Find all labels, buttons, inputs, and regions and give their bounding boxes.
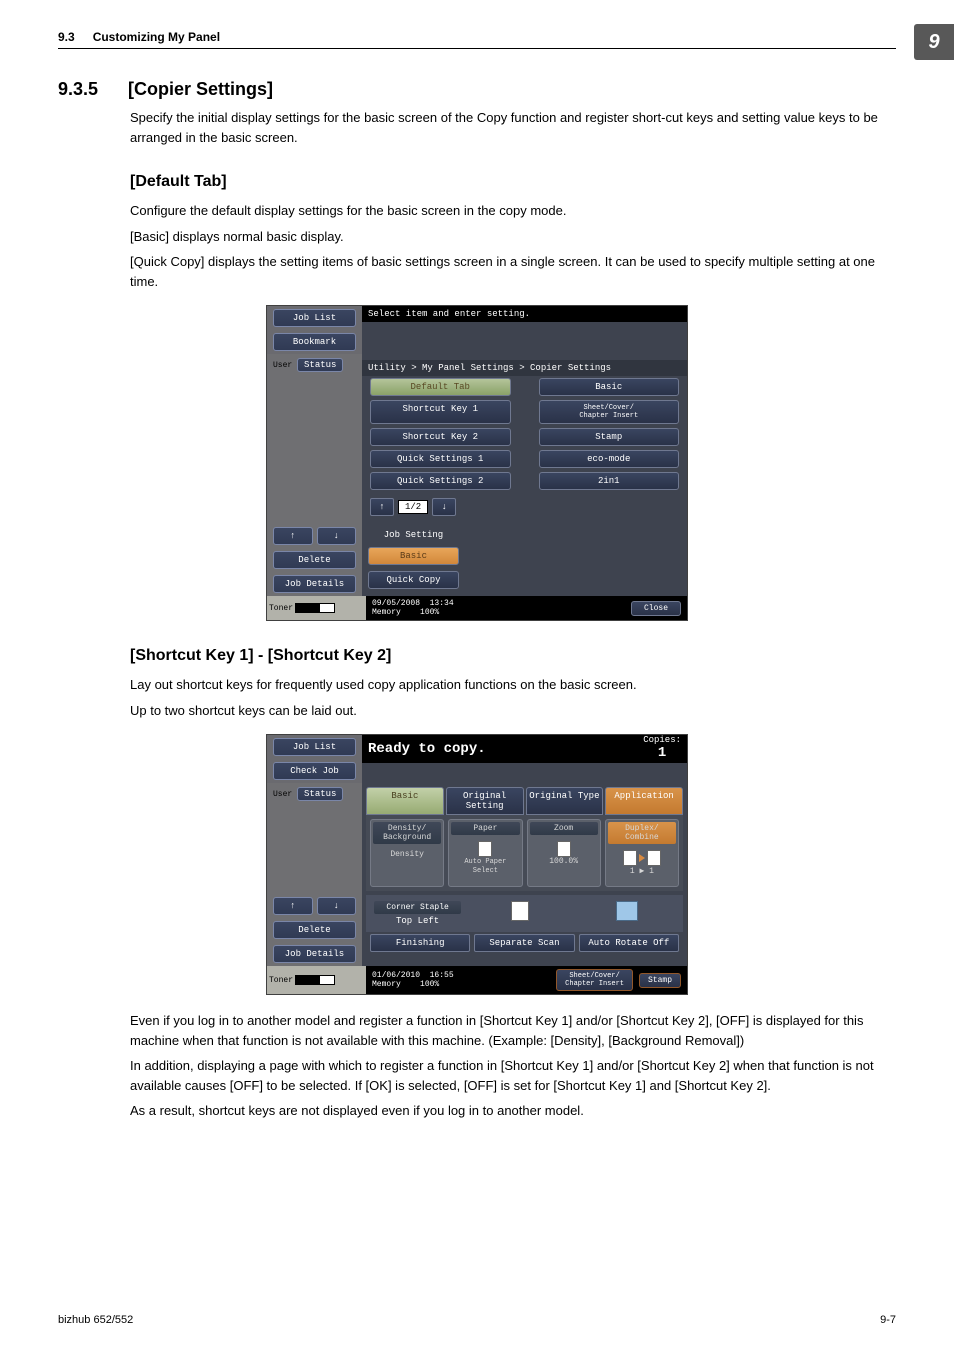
footer-model: bizhub 652/552 <box>58 1314 133 1326</box>
pager-page: 1/2 <box>398 500 428 514</box>
quick-copy-option[interactable]: Quick Copy <box>368 571 459 589</box>
user-label: User <box>273 790 292 799</box>
memory-pct: 100% <box>420 980 439 989</box>
status-button[interactable]: Status <box>297 787 343 801</box>
shortcut-p2: Up to two shortcut keys can be laid out. <box>130 701 896 721</box>
page-footer: bizhub 652/552 9-7 <box>58 1314 896 1326</box>
tab-original-setting[interactable]: Original Setting <box>446 787 524 815</box>
chapter-badge: 9 <box>914 24 954 60</box>
basic-option[interactable]: Basic <box>368 547 459 565</box>
ready-text: Ready to copy. <box>362 735 687 763</box>
duplex-icon-b <box>647 850 661 866</box>
date-label: 09/05/2008 <box>372 599 420 608</box>
zoom-panel[interactable]: Zoom100.0% <box>527 819 601 887</box>
default-tab-heading: [Default Tab] <box>130 173 896 191</box>
separate-scan-button[interactable]: Separate Scan <box>474 934 574 952</box>
subsection-number: 9.3.5 <box>58 79 128 100</box>
corner-staple-value: Top Left <box>396 916 439 926</box>
job-details-button[interactable]: Job Details <box>273 575 356 593</box>
default-tab-p2: [Basic] displays normal basic display. <box>130 227 896 247</box>
default-tab-item[interactable]: Default Tab <box>370 378 511 396</box>
breadcrumb: Utility > My Panel Settings > Copier Set… <box>362 360 687 376</box>
shortcut-key-2-value: Stamp <box>539 428 680 446</box>
density-panel[interactable]: Density/ BackgroundDensity <box>370 819 444 887</box>
user-label: User <box>273 361 292 370</box>
job-details-button[interactable]: Job Details <box>273 945 356 963</box>
memory-label: Memory <box>372 980 401 989</box>
zoom-icon <box>557 841 571 857</box>
down-button[interactable]: ↓ <box>317 527 357 545</box>
shortcut-key-2-item[interactable]: Shortcut Key 2 <box>370 428 511 446</box>
toner-label: Toner <box>269 976 293 985</box>
header-section-number: 9.3 <box>58 30 75 44</box>
quick-settings-2-item[interactable]: Quick Settings 2 <box>370 472 511 490</box>
toner-gauge <box>295 603 335 613</box>
duplex-icon-a <box>623 850 637 866</box>
memory-label: Memory <box>372 608 401 617</box>
shortcut-p1: Lay out shortcut keys for frequently use… <box>130 675 896 695</box>
header-section-title: Customizing My Panel <box>93 30 220 44</box>
screenshot-copier-settings: Job List Bookmark Select item and enter … <box>266 305 688 621</box>
corner-staple-label: Corner Staple <box>374 901 461 914</box>
default-tab-p1: Configure the default display settings f… <box>130 201 896 221</box>
sheet-cover-chapter-button[interactable]: Sheet/Cover/ Chapter Insert <box>556 969 633 991</box>
memory-pct: 100% <box>420 608 439 617</box>
subsection-title: [Copier Settings] <box>128 79 273 100</box>
tab-original-type[interactable]: Original Type <box>526 787 604 815</box>
finishing-button[interactable]: Finishing <box>370 934 470 952</box>
subsection-heading: 9.3.5 [Copier Settings] <box>58 79 896 100</box>
instruction-text: Select item and enter setting. <box>362 306 687 322</box>
delete-button[interactable]: Delete <box>273 551 356 569</box>
after-p2: In addition, displaying a page with whic… <box>130 1056 896 1095</box>
delete-button[interactable]: Delete <box>273 921 356 939</box>
finishing-icon <box>511 901 529 921</box>
up-button[interactable]: ↑ <box>273 527 313 545</box>
down-button[interactable]: ↓ <box>317 897 357 915</box>
pager-down-button[interactable]: ↓ <box>432 498 456 516</box>
header-rule <box>58 48 896 49</box>
date-label: 01/06/2010 <box>372 971 420 980</box>
tab-basic[interactable]: Basic <box>366 787 444 815</box>
after-p1: Even if you log in to another model and … <box>130 1011 896 1050</box>
job-list-button[interactable]: Job List <box>273 738 356 756</box>
stamp-button[interactable]: Stamp <box>639 973 681 988</box>
quick-settings-1-item[interactable]: Quick Settings 1 <box>370 450 511 468</box>
time-label: 13:34 <box>430 599 454 608</box>
page-header: 9.3 Customizing My Panel <box>58 30 896 44</box>
up-button[interactable]: ↑ <box>273 897 313 915</box>
arrow-icon <box>639 854 645 862</box>
bookmark-button[interactable]: Bookmark <box>273 333 356 351</box>
copies-label: Copies: <box>643 735 681 745</box>
job-list-button[interactable]: Job List <box>273 309 356 327</box>
after-p3: As a result, shortcut keys are not displ… <box>130 1101 896 1121</box>
quick-settings-2-value: 2in1 <box>539 472 680 490</box>
toner-label: Toner <box>269 604 293 613</box>
copies-value: 1 <box>658 745 666 761</box>
separate-scan-icon <box>616 901 638 921</box>
auto-rotate-button[interactable]: Auto Rotate Off <box>579 934 679 952</box>
status-button[interactable]: Status <box>297 358 343 372</box>
check-job-button[interactable]: Check Job <box>273 762 356 780</box>
quick-settings-1-value: eco-mode <box>539 450 680 468</box>
pager-up-button[interactable]: ↑ <box>370 498 394 516</box>
default-tab-p3: [Quick Copy] displays the setting items … <box>130 252 896 291</box>
intro-paragraph: Specify the initial display settings for… <box>130 108 896 147</box>
footer-page: 9-7 <box>880 1314 896 1326</box>
toner-gauge <box>295 975 335 985</box>
duplex-panel[interactable]: Duplex/ Combine1 ▶ 1 <box>605 819 679 887</box>
shortcut-key-1-value: Sheet/Cover/ Chapter Insert <box>539 400 680 424</box>
tab-application[interactable]: Application <box>605 787 683 815</box>
paper-icon <box>478 841 492 857</box>
time-label: 16:55 <box>430 971 454 980</box>
shortcut-key-1-item[interactable]: Shortcut Key 1 <box>370 400 511 424</box>
default-tab-value: Basic <box>539 378 680 396</box>
paper-panel[interactable]: PaperAuto Paper Select <box>448 819 522 887</box>
shortcut-heading: [Shortcut Key 1] - [Shortcut Key 2] <box>130 647 896 665</box>
screenshot-ready-to-copy: Job List Check Job Ready to copy. Copies… <box>266 734 688 995</box>
job-setting-label: Job Setting <box>366 530 461 540</box>
close-button[interactable]: Close <box>631 601 681 616</box>
